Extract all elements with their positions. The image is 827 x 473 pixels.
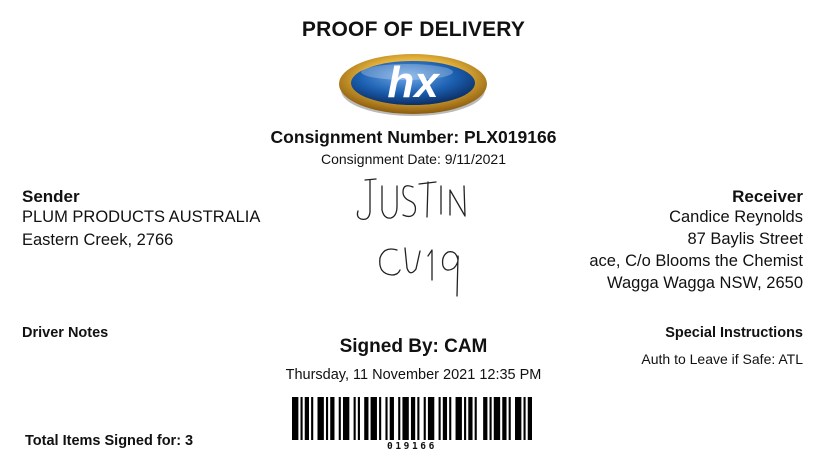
logo-text: hx <box>387 58 440 107</box>
receiver-name: Candice Reynolds <box>669 208 803 226</box>
receiver-heading: Receiver <box>732 187 803 206</box>
hx-logo: hx <box>339 54 487 116</box>
receiver-street: 87 Baylis Street <box>687 230 803 248</box>
signed-datetime: Thursday, 11 November 2021 12:35 PM <box>285 367 542 383</box>
sender-name: PLUM PRODUCTS AUSTRALIA <box>22 208 261 226</box>
consignment-number: Consignment Number: PLX019166 <box>270 127 557 147</box>
total-items-signed: Total Items Signed for: 3 <box>25 433 194 449</box>
receiver-city: Wagga Wagga NSW, 2650 <box>607 274 803 292</box>
sender-suburb: Eastern Creek, 2766 <box>22 231 174 249</box>
barcode <box>292 397 532 440</box>
signed-by: Signed By: CAM <box>339 336 488 357</box>
receiver-address-line: ace, C/o Blooms the Chemist <box>589 252 803 270</box>
sender-heading: Sender <box>22 187 80 206</box>
page-title: PROOF OF DELIVERY <box>301 18 526 41</box>
consignment-date: Consignment Date: 9/11/2021 <box>321 151 506 167</box>
handwritten-signature <box>356 178 466 297</box>
barcode-number: 019166 <box>387 441 437 452</box>
